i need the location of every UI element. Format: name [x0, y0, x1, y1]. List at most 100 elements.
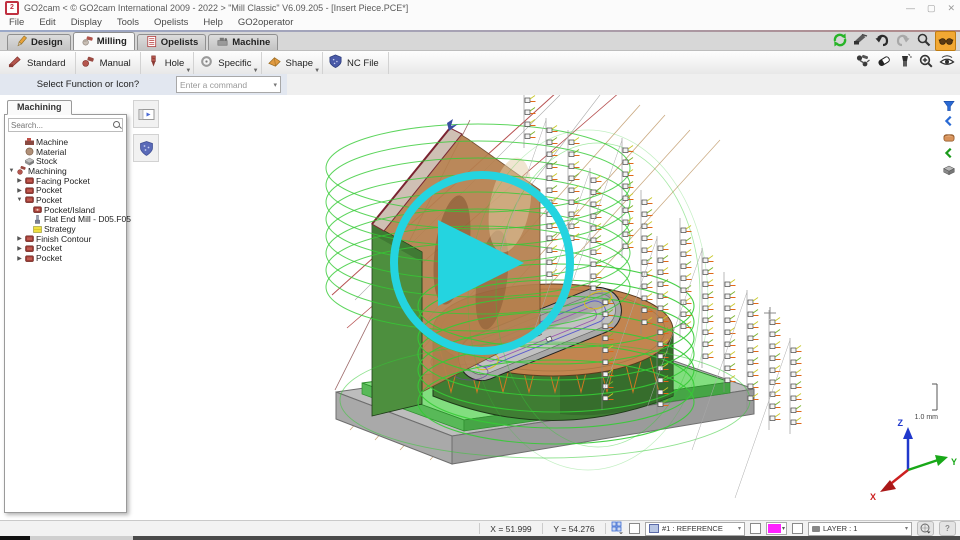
- expand-arrow[interactable]: ▶: [16, 177, 23, 184]
- stock-icon[interactable]: [940, 162, 957, 176]
- pocket-icon: [25, 244, 34, 253]
- specific-icon: [199, 54, 214, 72]
- eraser-icon[interactable]: [874, 52, 893, 70]
- part-icon[interactable]: [940, 130, 957, 144]
- standard-button[interactable]: Standard: [3, 52, 76, 74]
- specific-button[interactable]: Specific▼: [194, 52, 261, 74]
- collapse-green-icon[interactable]: [940, 146, 957, 160]
- axis-z-label: Z: [898, 418, 904, 428]
- filter-icon[interactable]: [940, 98, 957, 112]
- command-prompt-label: Select Function or Icon?: [0, 79, 176, 90]
- grid-checkbox[interactable]: [629, 523, 640, 534]
- shape-icon: [267, 54, 282, 72]
- expand-arrow[interactable]: ▶: [16, 245, 23, 252]
- tab-milling[interactable]: Milling: [73, 32, 135, 50]
- menu-help[interactable]: Help: [203, 17, 223, 28]
- tree-search[interactable]: [8, 118, 123, 132]
- hole-button[interactable]: Hole▼: [141, 52, 195, 74]
- menu-opelists[interactable]: Opelists: [154, 17, 188, 28]
- collapse-blue-icon[interactable]: [940, 114, 957, 128]
- tree-item-label: Facing Pocket: [36, 176, 90, 186]
- layer-icon: [812, 526, 820, 532]
- glasses-icon[interactable]: [935, 31, 956, 51]
- expand-arrow[interactable]: ▼: [8, 168, 15, 174]
- tree-item-finish-contour[interactable]: ▶Finish Contour: [5, 234, 126, 244]
- reference-select[interactable]: #1 : REFERENCE▾: [645, 522, 745, 536]
- tree-item-stock[interactable]: Stock: [5, 156, 126, 166]
- zoom-fit-icon[interactable]: [916, 52, 935, 70]
- axis-triad: Z Y X: [870, 418, 957, 502]
- pocketisland-icon: [33, 205, 42, 214]
- standard-icon: [8, 54, 23, 72]
- menu-file[interactable]: File: [9, 17, 24, 28]
- caliper-icon[interactable]: [851, 31, 870, 49]
- view-orientation-icon[interactable]: [917, 521, 934, 536]
- machining-panel: Machining MachineMaterialStock ▼ Machining…: [4, 97, 127, 513]
- maximize-button[interactable]: ▢: [927, 3, 936, 14]
- expand-arrow[interactable]: ▶: [16, 187, 23, 194]
- tree-item-material[interactable]: Material: [5, 147, 126, 157]
- command-bar: Select Function or Icon? Enter a command…: [0, 74, 960, 95]
- redo-icon[interactable]: [893, 31, 912, 49]
- nc-file-button[interactable]: NC File: [323, 52, 389, 74]
- tree-item-machining[interactable]: ▼ Machining: [5, 166, 126, 176]
- simulation-icon[interactable]: [853, 52, 872, 70]
- tab-design[interactable]: Design: [7, 34, 71, 50]
- expand-arrow[interactable]: ▶: [16, 235, 23, 242]
- tab-machining[interactable]: Machining: [7, 100, 72, 115]
- search-input[interactable]: [9, 121, 112, 130]
- media-window-icon-button[interactable]: [133, 100, 159, 128]
- tree-item-facing-pocket[interactable]: ▶ Facing Pocket: [5, 176, 126, 186]
- expand-arrow[interactable]: ▶: [16, 255, 23, 262]
- operator-shield-icon-button[interactable]: [133, 134, 159, 162]
- tab-machine[interactable]: Machine: [208, 34, 278, 50]
- tree-item-pocket[interactable]: ▼Pocket: [5, 195, 126, 205]
- pocket-icon: [25, 195, 34, 204]
- zoom-icon[interactable]: [914, 31, 933, 49]
- video-play-overlay[interactable]: [390, 171, 574, 355]
- nc-file-icon: [328, 54, 343, 72]
- color-checkbox[interactable]: [792, 523, 803, 534]
- tab-opelists[interactable]: Opelists: [137, 34, 207, 50]
- operator-help-icon[interactable]: ?: [939, 521, 956, 536]
- quick-access-row1: [830, 31, 956, 51]
- menu-display[interactable]: Display: [71, 17, 102, 28]
- sync-icon[interactable]: [830, 31, 849, 49]
- tree-item-label: Machining: [28, 166, 67, 176]
- tree-item-pocket[interactable]: ▶Pocket: [5, 253, 126, 263]
- shape-button[interactable]: Shape▼: [262, 52, 323, 74]
- tree-item-pocket[interactable]: ▶Pocket: [5, 185, 126, 195]
- menu-tools[interactable]: Tools: [117, 17, 139, 28]
- layer-select[interactable]: LAYER : 1▾: [808, 522, 912, 536]
- search-icon: [112, 120, 122, 130]
- axis-x-label: X: [870, 492, 876, 502]
- menu-edit[interactable]: Edit: [39, 17, 55, 28]
- scale-label: 1.0 mm: [915, 414, 939, 421]
- app-logo-icon: 2: [5, 1, 19, 15]
- close-button[interactable]: ✕: [947, 3, 955, 14]
- command-input[interactable]: Enter a command▾: [176, 76, 281, 93]
- tree-item-label: Pocket/Island: [44, 205, 95, 215]
- clean-icon[interactable]: [895, 52, 914, 70]
- eye-icon[interactable]: [937, 52, 956, 70]
- tree-item-machine[interactable]: Machine: [5, 137, 126, 147]
- tree-item-pocket[interactable]: ▶Pocket: [5, 244, 126, 254]
- minimize-button[interactable]: —: [906, 3, 915, 14]
- grid-icon[interactable]: [611, 521, 624, 536]
- tool-icon: [33, 215, 42, 224]
- window-title: GO2cam < © GO2cam International 2009 - 2…: [24, 3, 408, 13]
- tree-item-strategy[interactable]: Strategy: [5, 224, 126, 234]
- menu-bar: File Edit Display Tools Opelists Help GO2opera…: [0, 15, 960, 30]
- axis-y-label: Y: [951, 457, 957, 467]
- title-bar: 2 GO2cam < © GO2cam International 2009 -…: [0, 0, 960, 15]
- color-select[interactable]: ▾: [766, 522, 787, 535]
- tree-item-pocket-island[interactable]: Pocket/Island: [5, 205, 126, 215]
- tree-item-label: Stock: [36, 156, 57, 166]
- tree-item-flat-end-mill-d05-f05[interactable]: Flat End Mill - D05.F05: [5, 215, 126, 225]
- reference-checkbox[interactable]: [750, 523, 761, 534]
- menu-go2operator[interactable]: GO2operator: [238, 17, 293, 28]
- undo-icon[interactable]: [872, 31, 891, 49]
- video-progress-bar[interactable]: [0, 536, 960, 540]
- expand-arrow[interactable]: ▼: [16, 197, 23, 203]
- manual-button[interactable]: Manual: [76, 52, 141, 74]
